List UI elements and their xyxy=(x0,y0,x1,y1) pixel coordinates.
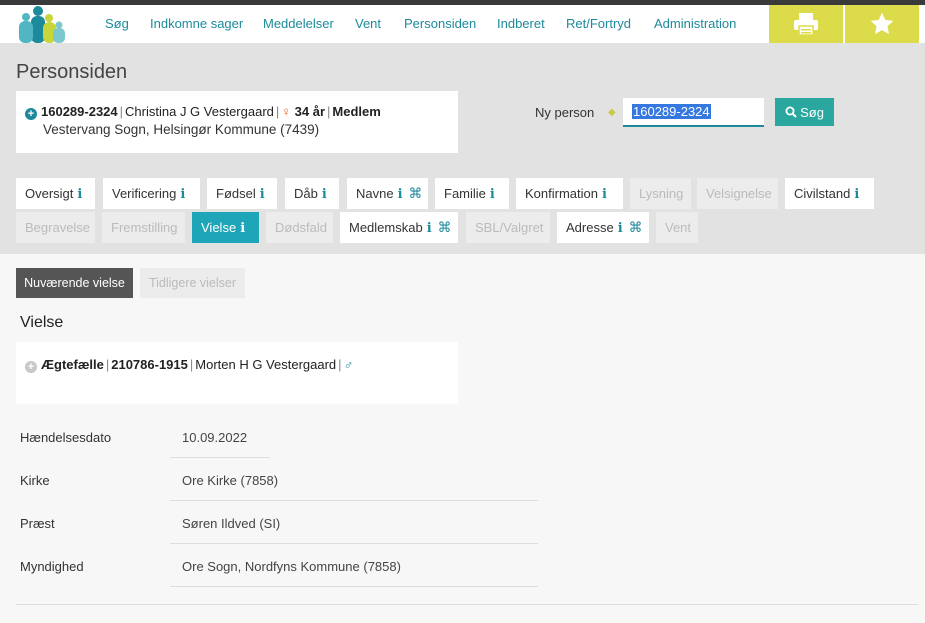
tab-navne[interactable]: Navne i ⌘ xyxy=(347,178,428,209)
tab-label: Begravelse xyxy=(25,220,91,235)
tab-label: Vielse xyxy=(201,220,237,235)
tab-vent: Vent xyxy=(656,212,698,243)
female-icon: ♀ xyxy=(281,104,292,119)
person-card: +160289-2324 | Christina J G Vestergaard | ♀… xyxy=(16,91,458,153)
tab-daab[interactable]: Dåb i xyxy=(285,178,339,209)
nav-item-vent[interactable]: Vent xyxy=(355,5,381,43)
tab-label: Adresse xyxy=(566,220,614,235)
tab-civilstand[interactable]: Civilstand i xyxy=(785,178,874,209)
print-button[interactable] xyxy=(769,5,843,43)
person-address: Vestervang Sogn, Helsingør Kommune (7439… xyxy=(43,122,320,137)
spouse-name: Morten H G Vestergaard xyxy=(195,357,337,372)
nav-item-soeg[interactable]: Søg xyxy=(105,5,129,43)
tab-familie[interactable]: Familie i xyxy=(435,178,509,209)
person-status: Medlem xyxy=(332,104,381,119)
tab-label: Oversigt xyxy=(25,186,74,201)
info-icon: i xyxy=(321,187,327,202)
search-button-label: Søg xyxy=(800,104,824,120)
tab-label: Fremstilling xyxy=(111,220,178,235)
tab-label: Familie xyxy=(444,186,486,201)
search-icon xyxy=(785,106,797,118)
tab-vielse[interactable]: Vielse i xyxy=(192,212,259,243)
info-icon: i xyxy=(854,187,860,202)
nav-item-indberet[interactable]: Indberet xyxy=(497,5,545,43)
tab-label: Vent xyxy=(665,220,692,235)
tab-label: Verificering xyxy=(112,186,177,201)
info-icon: i xyxy=(426,221,432,236)
field-label-church: Kirke xyxy=(20,473,50,488)
subtab-previous-marriages: Tidligere vielser xyxy=(140,268,245,298)
tab-fremstilling: Fremstilling xyxy=(102,212,185,243)
tab-adresse[interactable]: Adresse i ⌘ xyxy=(557,212,649,243)
subtab-current-marriage[interactable]: Nuværende vielse xyxy=(16,268,133,298)
field-value-authority: Ore Sogn, Nordfyns Kommune (7858) xyxy=(170,559,538,587)
tab-label: Velsignelse xyxy=(706,186,772,201)
info-icon: i xyxy=(77,187,83,202)
star-icon xyxy=(870,12,894,35)
nav-item-indkomne-sager[interactable]: Indkomne sager xyxy=(150,5,243,43)
tab-label: Dødsfald xyxy=(275,220,328,235)
tab-konfirmation[interactable]: Konfirmation i xyxy=(516,178,623,209)
tab-oversigt[interactable]: Oversigt i xyxy=(16,178,95,209)
spouse-card: + Ægtefælle | 210786-1915 | Morten H G Vester… xyxy=(16,342,458,404)
people-logo-icon xyxy=(19,6,65,43)
info-icon: i xyxy=(397,187,403,202)
tab-doedsfald: Dødsfald xyxy=(266,212,333,243)
tab-label: Konfirmation xyxy=(525,186,598,201)
tab-label: Dåb xyxy=(294,186,318,201)
info-icon: i xyxy=(617,221,623,236)
expand-plus-icon[interactable]: + xyxy=(25,361,37,373)
field-value-date: 10.09.2022 xyxy=(170,430,270,458)
tab-velsignelse: Velsignelse xyxy=(697,178,778,209)
command-icon: ⌘ xyxy=(408,185,423,201)
printer-icon xyxy=(794,13,818,36)
field-label-date: Hændelsesdato xyxy=(20,430,112,445)
person-cpr: 160289-2324 xyxy=(41,104,118,119)
tab-foedsel[interactable]: Fødsel i xyxy=(207,178,277,209)
command-icon: ⌘ xyxy=(437,219,452,235)
spouse-cpr: 210786-1915 xyxy=(111,357,188,372)
tab-sbl-valgret: SBL/Valgret xyxy=(466,212,550,243)
tab-begravelse: Begravelse xyxy=(16,212,95,243)
new-person-input[interactable]: 160289-2324 xyxy=(623,98,764,127)
nav-item-personsiden[interactable]: Personsiden xyxy=(404,5,476,43)
nav-item-ret-fortryd[interactable]: Ret/Fortryd xyxy=(566,5,631,43)
person-name: Christina J G Vestergaard xyxy=(125,104,274,119)
favorite-button[interactable] xyxy=(845,5,919,43)
search-button[interactable]: Søg xyxy=(775,98,834,126)
section-title: Vielse xyxy=(20,314,64,331)
info-icon: i xyxy=(489,187,495,202)
command-icon: ⌘ xyxy=(628,219,643,235)
diamond-icon: ◆ xyxy=(608,107,616,118)
spouse-role: Ægtefælle xyxy=(41,357,104,372)
nav-item-administration[interactable]: Administration xyxy=(654,5,736,43)
new-person-input-value: 160289-2324 xyxy=(632,104,711,119)
tab-label: Medlemskab xyxy=(349,220,423,235)
info-icon: i xyxy=(259,187,265,202)
divider xyxy=(16,604,918,605)
tab-lysning: Lysning xyxy=(630,178,691,209)
field-value-priest: Søren Ildved (SI) xyxy=(170,516,538,544)
male-icon: ♂ xyxy=(343,357,354,372)
new-person-label: Ny person xyxy=(535,105,595,120)
tab-label: Lysning xyxy=(639,186,684,201)
tab-label: Civilstand xyxy=(794,186,851,201)
field-value-church: Ore Kirke (7858) xyxy=(170,473,538,501)
expand-plus-icon[interactable]: + xyxy=(25,108,37,120)
page-title: Personsiden xyxy=(16,61,128,83)
field-label-authority: Myndighed xyxy=(20,559,84,574)
tab-label: Navne xyxy=(356,186,394,201)
tab-label: Fødsel xyxy=(216,186,256,201)
info-icon: i xyxy=(601,187,607,202)
field-label-priest: Præst xyxy=(20,516,55,531)
nav-item-meddelelser[interactable]: Meddelelser xyxy=(263,5,334,43)
tab-label: SBL/Valgret xyxy=(475,220,544,235)
info-icon: i xyxy=(240,221,246,236)
spouse-summary: + Ægtefælle | 210786-1915 | Morten H G Vester… xyxy=(25,357,353,373)
tab-verificering[interactable]: Verificering i xyxy=(103,178,200,209)
tab-medlemskab[interactable]: Medlemskab i ⌘ xyxy=(340,212,458,243)
info-icon: i xyxy=(180,187,186,202)
person-age: 34 år xyxy=(294,104,326,119)
person-summary: +160289-2324 | Christina J G Vestergaard | ♀… xyxy=(25,104,381,120)
